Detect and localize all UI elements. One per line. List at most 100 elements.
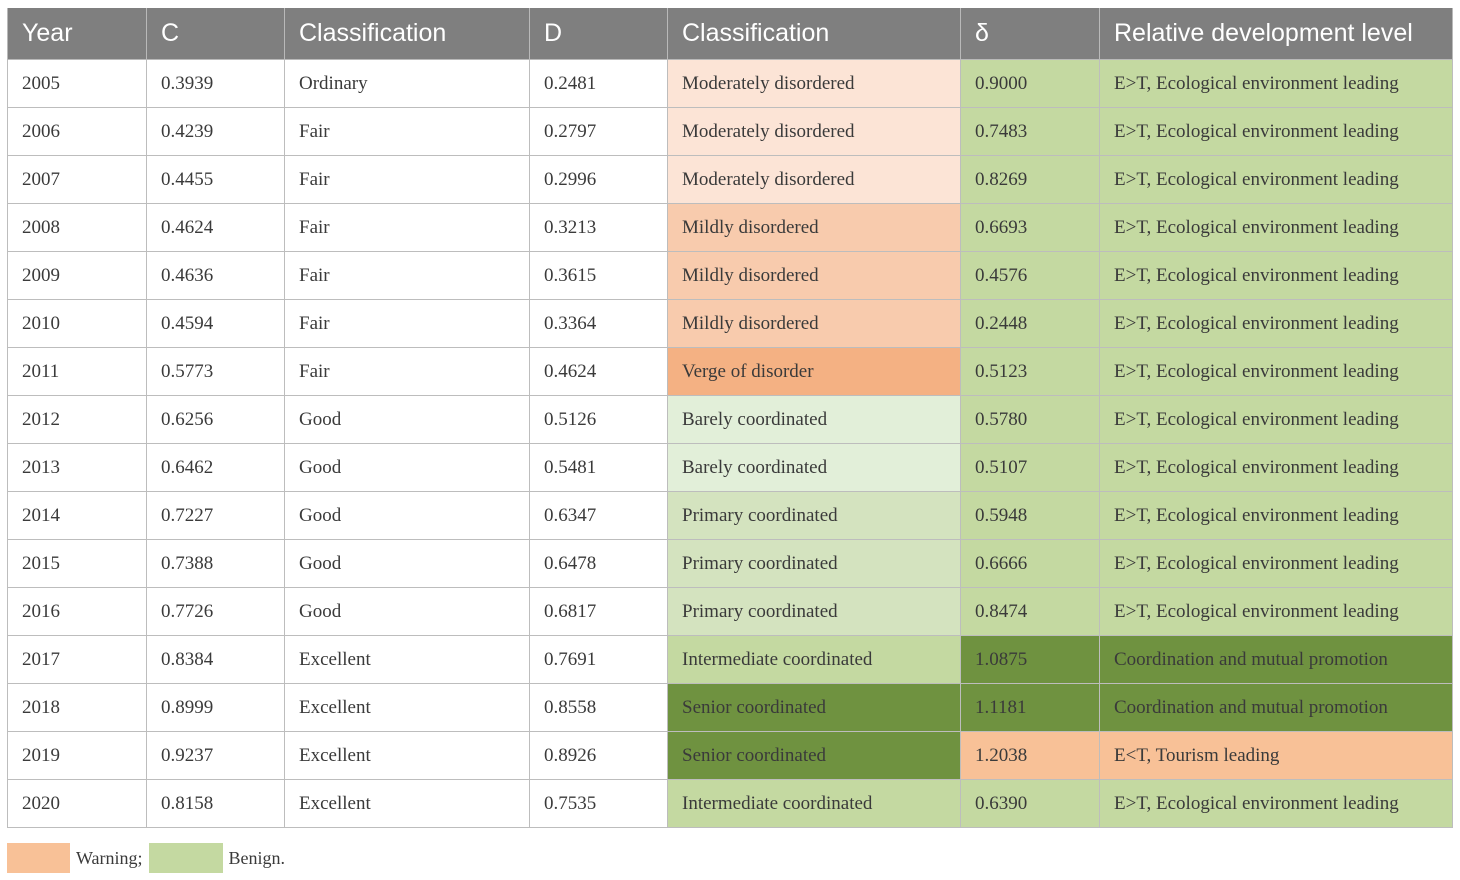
cell-delta: 0.5948 [960,491,1100,540]
cell-c: 0.4239 [146,107,285,156]
cell-relative-development-level: E>T, Ecological environment leading [1099,779,1453,828]
table-row: 2009 0.4636 Fair 0.3615 Mildly disordered 0.4… [7,251,1453,300]
cell-relative-development-level: E>T, Ecological environment leading [1099,395,1453,444]
cell-classification-c: Fair [284,251,530,300]
cell-delta: 0.6693 [960,203,1100,252]
cell-classification-d: Primary coordinated [667,587,961,636]
cell-classification-c: Excellent [284,779,530,828]
cell-c: 0.8384 [146,635,285,684]
cell-classification-c: Good [284,491,530,540]
cell-d: 0.3213 [529,203,668,252]
cell-classification-c: Fair [284,203,530,252]
cell-delta: 1.1181 [960,683,1100,732]
cell-delta: 0.7483 [960,107,1100,156]
cell-classification-d: Mildly disordered [667,251,961,300]
cell-classification-d: Senior coordinated [667,731,961,780]
cell-classification-c: Excellent [284,635,530,684]
cell-delta: 0.4576 [960,251,1100,300]
cell-classification-d: Mildly disordered [667,299,961,348]
table-row: 2011 0.5773 Fair 0.4624 Verge of disorder 0.5… [7,347,1453,396]
cell-classification-d: Primary coordinated [667,491,961,540]
table-row: 2014 0.7227 Good 0.6347 Primary coordinated 0… [7,491,1453,540]
cell-classification-c: Ordinary [284,59,530,108]
cell-c: 0.4455 [146,155,285,204]
header-c: C [146,8,285,60]
cell-year: 2017 [7,635,147,684]
table-row: 2006 0.4239 Fair 0.2797 Moderately disordere… [7,107,1453,156]
cell-classification-d: Moderately disordered [667,59,961,108]
cell-relative-development-level: E>T, Ecological environment leading [1099,587,1453,636]
cell-year: 2008 [7,203,147,252]
cell-year: 2014 [7,491,147,540]
cell-year: 2006 [7,107,147,156]
cell-delta: 0.8269 [960,155,1100,204]
cell-classification-d: Barely coordinated [667,395,961,444]
cell-year: 2013 [7,443,147,492]
cell-classification-d: Intermediate coordinated [667,635,961,684]
cell-classification-c: Fair [284,347,530,396]
cell-relative-development-level: E>T, Ecological environment leading [1099,299,1453,348]
cell-c: 0.8999 [146,683,285,732]
cell-d: 0.5126 [529,395,668,444]
cell-delta: 0.2448 [960,299,1100,348]
cell-d: 0.2996 [529,155,668,204]
cell-year: 2005 [7,59,147,108]
cell-c: 0.7227 [146,491,285,540]
cell-d: 0.6817 [529,587,668,636]
cell-classification-c: Fair [284,155,530,204]
cell-year: 2009 [7,251,147,300]
cell-relative-development-level: Coordination and mutual promotion [1099,635,1453,684]
cell-classification-d: Mildly disordered [667,203,961,252]
table-header-row: Year C Classification D Classification δ… [7,8,1453,60]
cell-d: 0.8926 [529,731,668,780]
cell-classification-d: Senior coordinated [667,683,961,732]
cell-relative-development-level: E>T, Ecological environment leading [1099,539,1453,588]
cell-year: 2019 [7,731,147,780]
cell-classification-d: Primary coordinated [667,539,961,588]
cell-c: 0.4624 [146,203,285,252]
cell-d: 0.3364 [529,299,668,348]
table-row: 2020 0.8158 Excellent 0.7535 Intermediate co… [7,779,1453,828]
cell-relative-development-level: E>T, Ecological environment leading [1099,59,1453,108]
legend-benign-label: Benign. [228,847,286,868]
cell-relative-development-level: E>T, Ecological environment leading [1099,155,1453,204]
legend-warning-swatch [7,843,70,873]
cell-delta: 0.9000 [960,59,1100,108]
cell-c: 0.6462 [146,443,285,492]
cell-c: 0.4636 [146,251,285,300]
cell-classification-d: Verge of disorder [667,347,961,396]
cell-relative-development-level: E>T, Ecological environment leading [1099,251,1453,300]
cell-classification-d: Moderately disordered [667,107,961,156]
cell-delta: 0.8474 [960,587,1100,636]
cell-year: 2010 [7,299,147,348]
cell-d: 0.4624 [529,347,668,396]
cell-classification-c: Excellent [284,731,530,780]
cell-classification-c: Fair [284,107,530,156]
coordination-table: Year C Classification D Classification δ… [7,8,1453,828]
cell-classification-d: Barely coordinated [667,443,961,492]
table-row: 2017 0.8384 Excellent 0.7691 Intermediate co… [7,635,1453,684]
cell-year: 2011 [7,347,147,396]
cell-classification-c: Good [284,395,530,444]
legend-benign-swatch [148,843,223,873]
header-d: D [529,8,668,60]
cell-d: 0.5481 [529,443,668,492]
cell-relative-development-level: E>T, Ecological environment leading [1099,203,1453,252]
cell-d: 0.2797 [529,107,668,156]
cell-d: 0.7535 [529,779,668,828]
cell-classification-d: Intermediate coordinated [667,779,961,828]
cell-c: 0.7388 [146,539,285,588]
table-row: 2012 0.6256 Good 0.5126 Barely coordinated 0.… [7,395,1453,444]
cell-relative-development-level: E>T, Ecological environment leading [1099,347,1453,396]
header-classification-d: Classification [667,8,961,60]
cell-relative-development-level: E<T, Tourism leading [1099,731,1453,780]
cell-c: 0.8158 [146,779,285,828]
cell-relative-development-level: E>T, Ecological environment leading [1099,107,1453,156]
cell-c: 0.9237 [146,731,285,780]
cell-delta: 0.6666 [960,539,1100,588]
table-body: 2005 0.3939 Ordinary 0.2481 Moderately disor… [7,59,1453,828]
cell-delta: 0.6390 [960,779,1100,828]
cell-year: 2007 [7,155,147,204]
cell-classification-c: Fair [284,299,530,348]
cell-classification-c: Good [284,587,530,636]
